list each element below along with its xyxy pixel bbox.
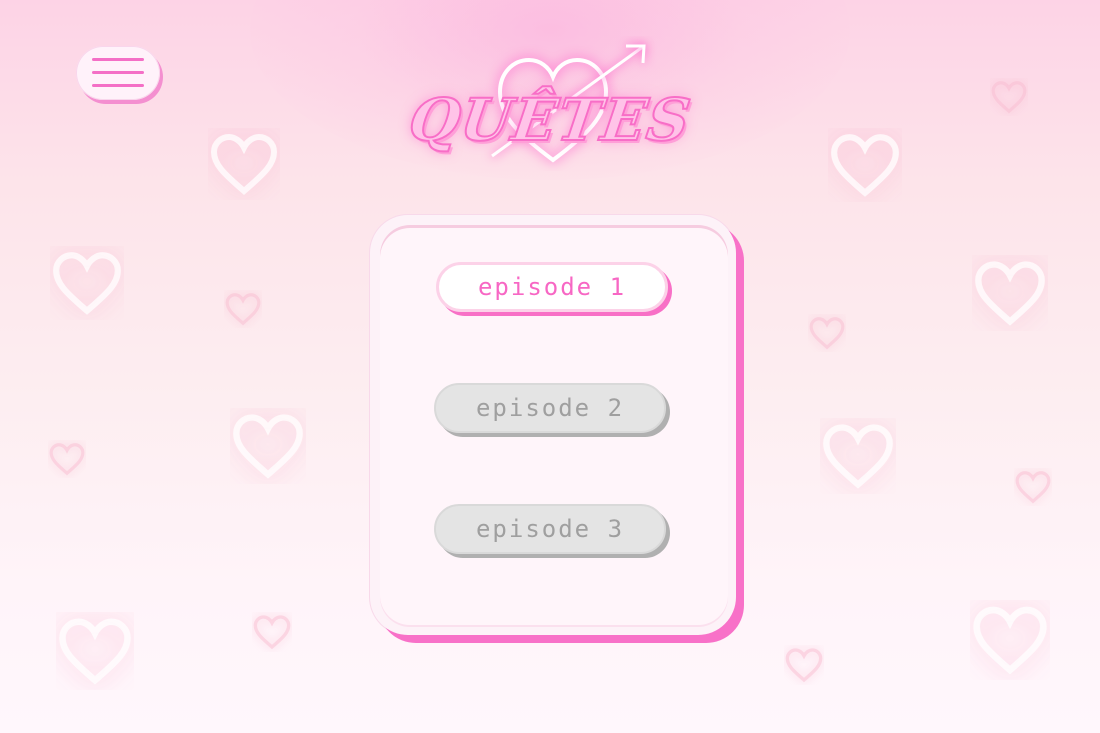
heart-outline-icon <box>784 645 824 685</box>
heart-outline-icon <box>828 128 902 202</box>
menu-button[interactable] <box>76 46 160 100</box>
heart-outline-icon <box>972 255 1048 331</box>
heart-outline-icon <box>208 128 280 200</box>
logo-title: QUÊTES <box>404 85 696 155</box>
heart-outline-icon <box>808 314 846 352</box>
heart-outline-icon <box>224 290 262 328</box>
heart-outline-icon <box>252 612 292 652</box>
heart-outline-icon <box>990 78 1028 116</box>
logo: QUÊTES <box>400 36 710 171</box>
heart-outline-icon <box>970 600 1050 680</box>
heart-outline-icon <box>820 418 896 494</box>
heart-outline-icon <box>56 612 134 690</box>
episode-2-button[interactable]: episode 2 <box>434 383 666 433</box>
heart-outline-icon <box>50 246 124 320</box>
episode-3-button[interactable]: episode 3 <box>434 504 666 554</box>
episode-1-button[interactable]: episode 1 <box>436 262 668 312</box>
heart-outline-icon <box>230 408 306 484</box>
heart-outline-icon <box>1014 468 1052 506</box>
heart-outline-icon <box>48 440 86 478</box>
